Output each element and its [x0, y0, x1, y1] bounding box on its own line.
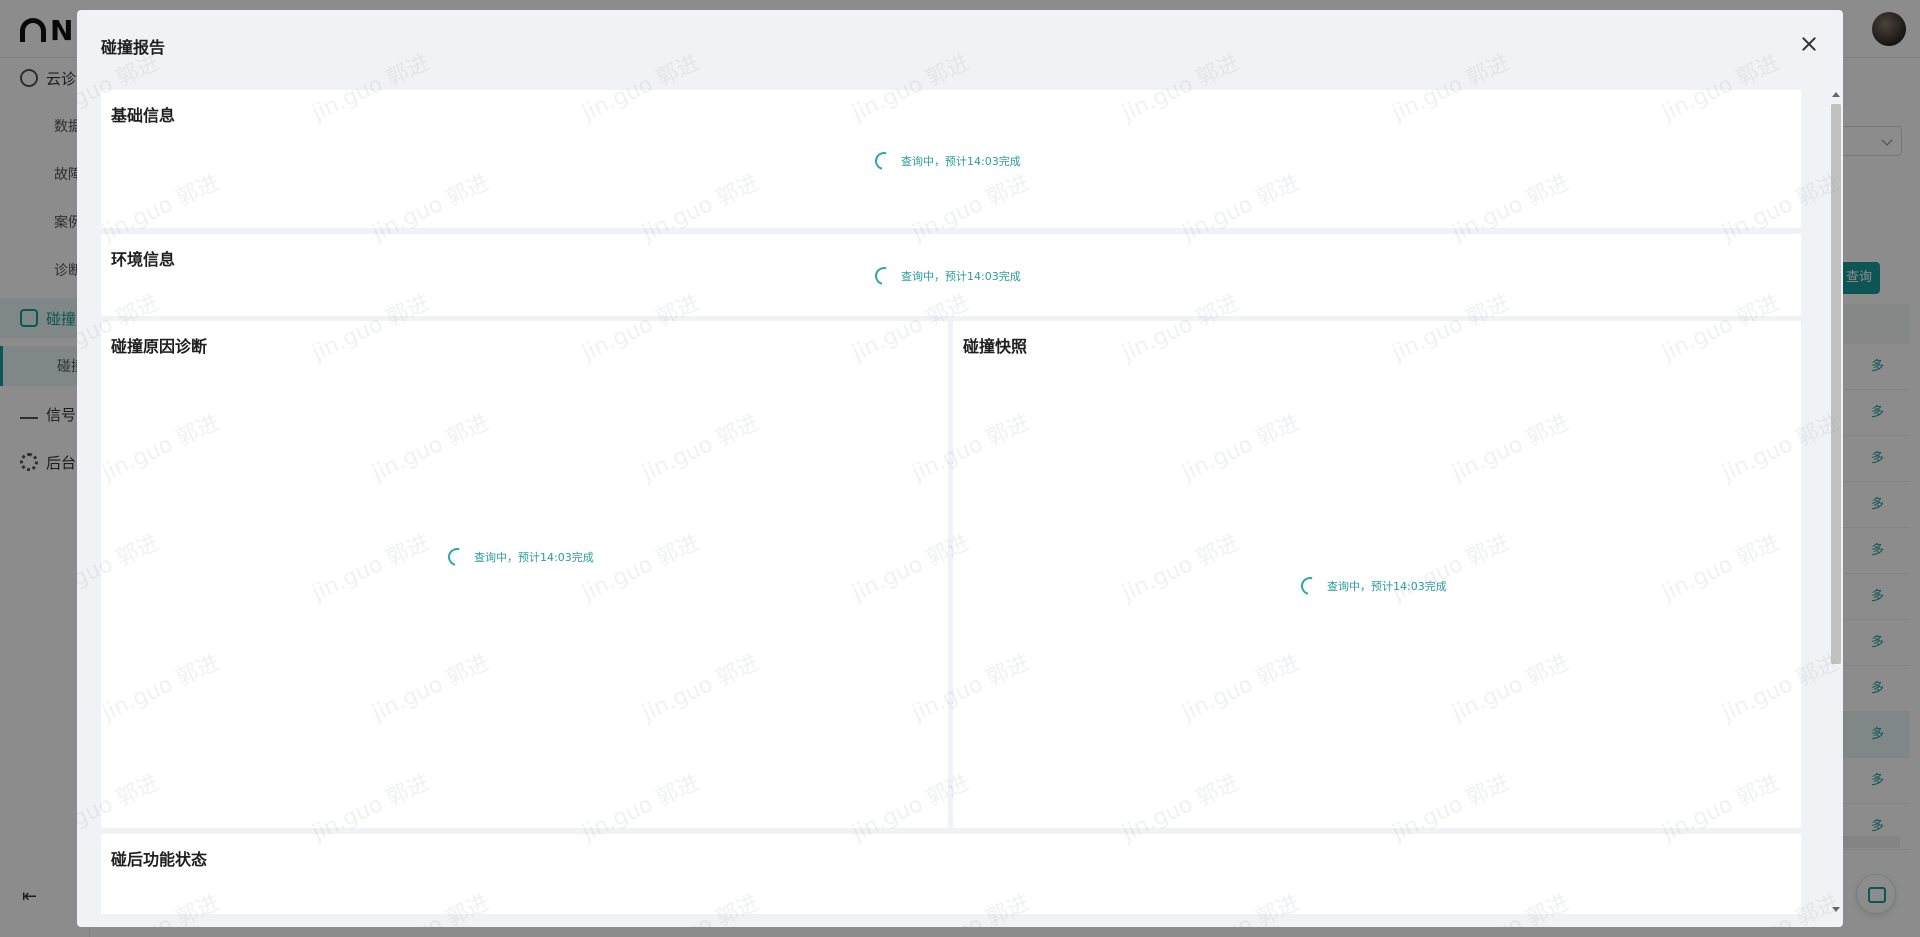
loading-indicator: 查询中，预计14:03完成 [871, 148, 1021, 174]
modal-header: 碰撞报告 [77, 10, 1843, 80]
loading-text: 查询中，预计14:03完成 [901, 270, 1021, 283]
loading-text: 查询中，预计14:03完成 [1327, 580, 1447, 593]
section-title: 基础信息 [111, 106, 176, 125]
close-icon[interactable] [1797, 32, 1821, 56]
spinner-icon [871, 148, 897, 174]
basic-info-card: 基础信息 查询中，预计14:03完成 [101, 90, 1801, 228]
loading-indicator: 查询中，预计14:03完成 [1297, 573, 1447, 599]
spinner-icon [871, 263, 897, 289]
collision-report-modal: 碰撞报告 基础信息 查询中，预计14:03完成 环境信息 查询中，预计14:03… [77, 10, 1843, 927]
scroll-up-arrow-icon[interactable] [1832, 92, 1840, 97]
section-title: 碰后功能状态 [111, 850, 208, 869]
spinner-icon [1297, 573, 1323, 599]
loading-text: 查询中，预计14:03完成 [901, 155, 1021, 168]
environment-info-card: 环境信息 查询中，预计14:03完成 [101, 234, 1801, 316]
modal-body: 基础信息 查询中，预计14:03完成 环境信息 查询中，预计14:03完成 碰撞… [101, 90, 1819, 914]
loading-text: 查询中，预计14:03完成 [474, 551, 594, 564]
post-collision-function-card: 碰后功能状态 [101, 834, 1801, 914]
section-title: 碰撞快照 [963, 337, 1028, 356]
loading-indicator: 查询中，预计14:03完成 [871, 263, 1021, 289]
cause-diagnosis-card: 碰撞原因诊断 查询中，预计14:03完成 [101, 321, 948, 828]
collision-snapshot-card: 碰撞快照 查询中，预计14:03完成 [953, 321, 1801, 828]
scroll-down-arrow-icon[interactable] [1832, 907, 1840, 912]
modal-title: 碰撞报告 [101, 38, 166, 57]
spinner-icon [444, 544, 470, 570]
section-title: 碰撞原因诊断 [111, 337, 208, 356]
scroll-thumb[interactable] [1831, 104, 1841, 664]
section-title: 环境信息 [111, 250, 176, 269]
loading-indicator: 查询中，预计14:03完成 [444, 544, 594, 570]
modal-scrollbar[interactable] [1827, 90, 1843, 914]
